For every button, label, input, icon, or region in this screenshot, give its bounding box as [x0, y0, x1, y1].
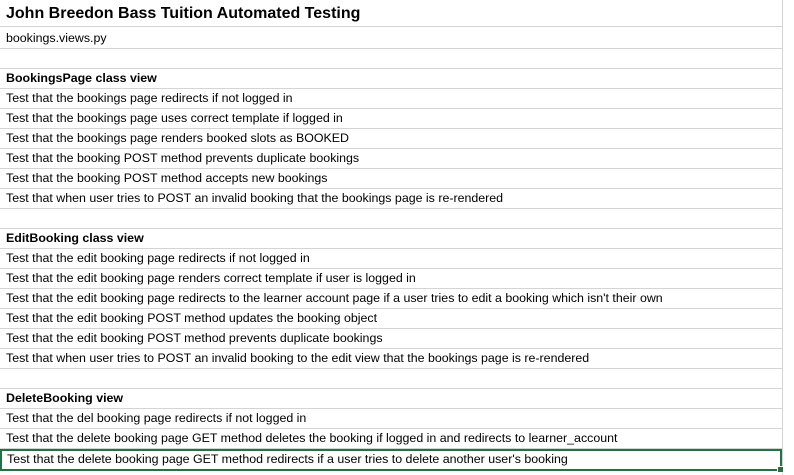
test-row[interactable]: Test that the bookings page redirects if…	[0, 89, 782, 109]
column-divider	[782, 0, 783, 475]
test-description: Test that the booking POST method accept…	[6, 171, 328, 185]
empty-row[interactable]	[0, 209, 782, 229]
test-row[interactable]: Test that the booking POST method accept…	[0, 169, 782, 189]
test-row[interactable]: Test that when user tries to POST an inv…	[0, 349, 782, 369]
test-row[interactable]: Test that the delete booking page GET me…	[0, 429, 782, 449]
test-description: Test that the del booking page redirects…	[6, 411, 307, 425]
test-row[interactable]: Test that the edit booking POST method p…	[0, 329, 782, 349]
test-row[interactable]: Test that the bookings page uses correct…	[0, 109, 782, 129]
section-header-row[interactable]: EditBooking class view	[0, 229, 782, 249]
fill-handle[interactable]	[777, 466, 784, 473]
empty-row[interactable]	[0, 49, 782, 69]
test-row[interactable]: Test that the bookings page renders book…	[0, 129, 782, 149]
subtitle-row[interactable]: bookings.views.py	[0, 29, 782, 49]
test-description: Test that the edit booking page redirect…	[6, 291, 663, 305]
test-row[interactable]: Test that the del booking page redirects…	[0, 409, 782, 429]
spreadsheet-grid: John Breedon Bass Tuition Automated Test…	[0, 0, 794, 475]
sheet-subtitle: bookings.views.py	[6, 31, 107, 45]
test-description: Test that the edit booking page redirect…	[6, 251, 310, 265]
test-description: Test that the edit booking POST method p…	[6, 331, 383, 345]
section-header: EditBooking class view	[6, 231, 144, 245]
test-row[interactable]: Test that the edit booking page redirect…	[0, 249, 782, 269]
empty-row[interactable]	[0, 369, 782, 389]
sheet-title: John Breedon Bass Tuition Automated Test…	[6, 5, 361, 22]
test-description: Test that the bookings page redirects if…	[6, 91, 293, 105]
test-description: Test that the bookings page uses correct…	[6, 111, 343, 125]
test-row[interactable]: Test that the edit booking page renders …	[0, 269, 782, 289]
test-description: Test that the bookings page renders book…	[6, 131, 350, 145]
test-description: Test that the delete booking page GET me…	[6, 431, 618, 445]
section-header-row[interactable]: DeleteBooking view	[0, 389, 782, 409]
test-description: Test that the edit booking POST method u…	[6, 311, 378, 325]
test-row[interactable]: Test that the edit booking POST method u…	[0, 309, 782, 329]
section-header-row[interactable]: BookingsPage class view	[0, 69, 782, 89]
test-description: Test that when user tries to POST an inv…	[6, 191, 504, 205]
test-row[interactable]: Test that the booking POST method preven…	[0, 149, 782, 169]
test-description: Test that the delete booking page GET me…	[7, 452, 568, 466]
title-row[interactable]: John Breedon Bass Tuition Automated Test…	[0, 0, 782, 27]
test-description: Test that the edit booking page renders …	[6, 271, 416, 285]
section-header: BookingsPage class view	[6, 71, 157, 85]
selected-cell[interactable]: Test that the delete booking page GET me…	[0, 449, 784, 473]
test-row[interactable]: Test that the edit booking page redirect…	[0, 289, 782, 309]
test-row[interactable]: Test that when user tries to POST an inv…	[0, 189, 782, 209]
test-description: Test that the booking POST method preven…	[6, 151, 360, 165]
section-header: DeleteBooking view	[6, 391, 124, 405]
test-description: Test that when user tries to POST an inv…	[6, 351, 590, 365]
